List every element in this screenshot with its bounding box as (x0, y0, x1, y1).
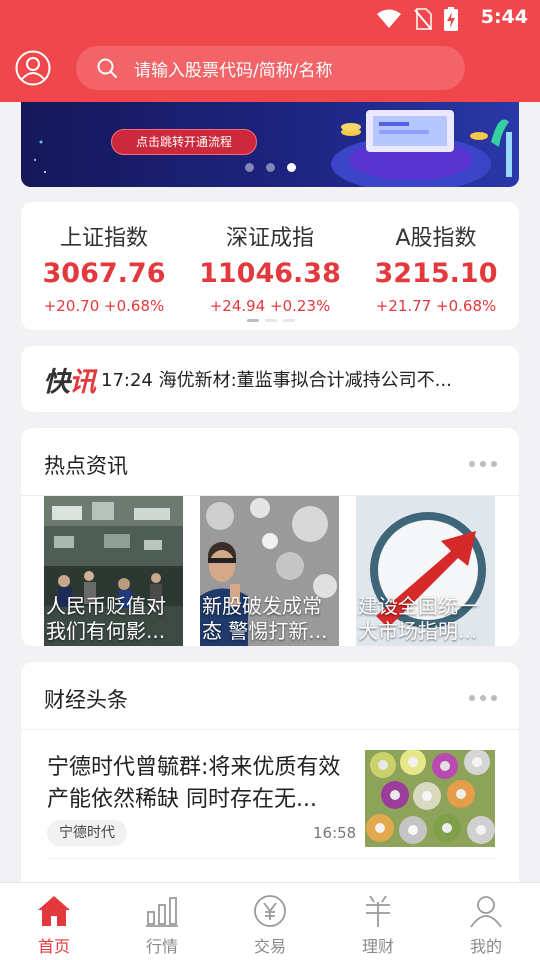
search-placeholder: 请输入股票代码/简称/名称 (134, 60, 333, 81)
hot-news-item[interactable]: 新股破发成常态 警惕打新... (200, 496, 339, 646)
index-value: 3215.10 (374, 258, 498, 289)
banner-cta-button[interactable]: 点击跳转开通流程 (111, 129, 257, 155)
hot-news-title: 热点资讯 (44, 454, 128, 478)
news-flash-card[interactable]: 快讯 17:24 海优新材:董监事拟合计减持公司不... (21, 346, 519, 412)
index-item[interactable]: A股指数 3215.10 +21.77 +0.68% (353, 220, 519, 315)
index-percent: +0.68% (436, 297, 497, 315)
index-change-row: +21.77 +0.68% (353, 297, 519, 315)
hot-news-caption: 人民币贬值对我们有何影... (46, 594, 166, 643)
headlines-title: 财经头条 (44, 688, 128, 712)
nav-me[interactable]: 我的 (432, 883, 540, 960)
wealth-icon (360, 893, 396, 929)
pager-dot (265, 319, 277, 322)
nav-label: 行情 (145, 937, 178, 956)
finance-headlines-section: 财经头条 宁德时代曾毓群:将来优质有效产能依然稀缺 同时存在无... 宁德时代 … (21, 662, 519, 902)
nav-wealth[interactable]: 理财 (324, 883, 432, 960)
nav-market[interactable]: 行情 (108, 883, 216, 960)
more-icon[interactable] (469, 695, 497, 701)
news-flash-logo-left: 快 (43, 366, 70, 398)
divider (21, 729, 519, 730)
bar-chart-icon (144, 893, 180, 929)
nav-trade[interactable]: 交易 (216, 883, 324, 960)
nav-label: 我的 (469, 937, 502, 956)
pager-dot (283, 319, 295, 322)
app-header: 5:44 请输入股票代码/简称/名称 (0, 0, 540, 102)
hot-news-caption: 新股破发成常态 警惕打新... (202, 594, 328, 643)
article-tag[interactable]: 宁德时代 (47, 820, 127, 846)
index-item[interactable]: 上证指数 3067.76 +20.70 +0.68% (21, 220, 187, 315)
hot-news-item[interactable]: 人民币贬值对我们有何影... (44, 496, 183, 646)
news-flash-text: 17:24 海优新材:董监事拟合计减持公司不... (101, 370, 452, 391)
index-name: 深证成指 (225, 226, 314, 251)
banner-dot (266, 163, 275, 172)
nav-label: 理财 (361, 937, 394, 956)
no-sim-icon (414, 8, 432, 34)
article-title[interactable]: 宁德时代曾毓群:将来优质有效产能依然稀缺 同时存在无... (47, 752, 352, 816)
bottom-navigation: 首页 行情 交易 理财 我的 (0, 882, 540, 960)
index-pager (247, 319, 295, 322)
banner-background-art (33, 110, 512, 187)
hot-news-caption: 建设全国统一大市场指明... (358, 594, 478, 643)
status-time: 5:44 (480, 6, 528, 28)
index-change-row: +24.94 +0.23% (187, 297, 353, 315)
user-icon (468, 893, 504, 929)
more-icon[interactable] (469, 461, 497, 467)
profile-avatar-icon[interactable] (15, 50, 51, 86)
index-percent: +0.68% (104, 297, 165, 315)
search-bar[interactable]: 请输入股票代码/简称/名称 (76, 46, 465, 90)
batteries-image (365, 750, 495, 847)
index-name: A股指数 (395, 226, 477, 251)
index-item[interactable]: 深证成指 11046.38 +24.94 +0.23% (187, 220, 353, 315)
index-change-row: +20.70 +0.68% (21, 297, 187, 315)
market-index-card: 上证指数 3067.76 +20.70 +0.68% 深证成指 11046.38… (21, 202, 519, 330)
index-value: 11046.38 (199, 258, 341, 289)
divider (47, 858, 495, 859)
hot-news-item[interactable]: 建设全国统一大市场指明... (356, 496, 495, 646)
index-change: +21.77 (375, 297, 432, 315)
nav-home[interactable]: 首页 (0, 883, 108, 960)
status-icons (376, 7, 458, 35)
battery-charging-icon (444, 7, 458, 35)
article-thumbnail[interactable] (365, 750, 495, 847)
pager-dot-active (247, 319, 259, 322)
nav-label: 首页 (37, 937, 70, 956)
hot-news-section: 热点资讯 人民币贬值对我们有何影... 新股破发成常态 警惕打新... 建设全国… (21, 428, 519, 646)
index-change: +20.70 (43, 297, 100, 315)
index-name: 上证指数 (59, 226, 148, 251)
banner-dot-active (287, 163, 296, 172)
index-change: +24.94 (209, 297, 266, 315)
nav-label: 交易 (253, 937, 286, 956)
index-value: 3067.76 (42, 258, 166, 289)
search-icon (96, 57, 118, 79)
promo-banner[interactable]: 点击跳转开通流程 (21, 102, 519, 187)
news-flash-logo-right: 讯 (69, 366, 96, 398)
news-flash-logo: 快讯 (43, 360, 96, 399)
home-icon (36, 893, 72, 929)
index-percent: +0.23% (270, 297, 331, 315)
banner-dot (245, 163, 254, 172)
yen-coin-icon (252, 893, 288, 929)
article-time: 16:58 (313, 824, 357, 842)
wifi-icon (376, 9, 402, 33)
banner-pagination (245, 163, 296, 172)
